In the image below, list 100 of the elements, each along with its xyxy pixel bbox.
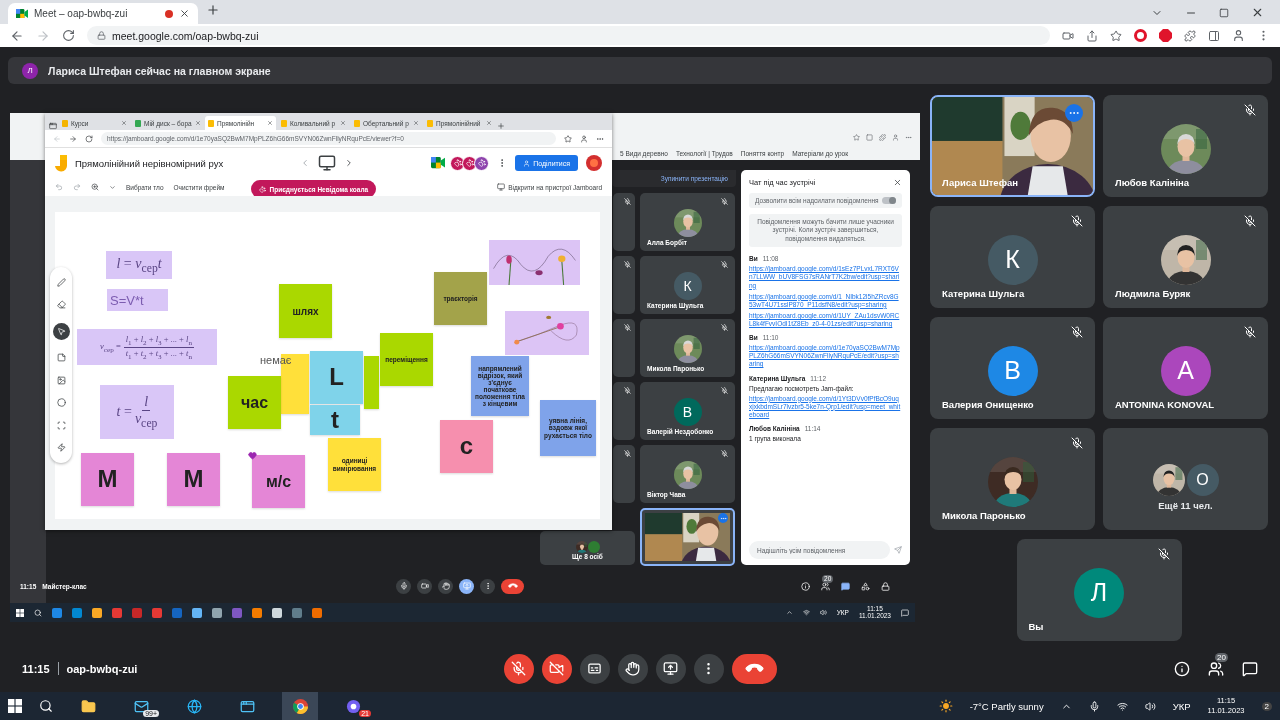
notifications-icon[interactable] bbox=[901, 608, 909, 617]
app-icon[interactable] bbox=[252, 607, 262, 618]
participant-tile[interactable] bbox=[613, 319, 635, 377]
close-icon[interactable] bbox=[893, 178, 902, 187]
info-icon[interactable] bbox=[1174, 660, 1190, 677]
activities-icon[interactable] bbox=[861, 581, 870, 591]
opera-icon[interactable] bbox=[1134, 29, 1147, 42]
pen-icon[interactable] bbox=[56, 277, 66, 287]
image-icon[interactable] bbox=[56, 375, 66, 385]
present-button[interactable] bbox=[459, 578, 475, 594]
close-icon[interactable] bbox=[1251, 6, 1264, 19]
windows-icon[interactable] bbox=[16, 608, 24, 617]
circle-icon[interactable] bbox=[56, 398, 66, 408]
participant-tile[interactable]: A ANTONINA KONOVAL bbox=[1103, 317, 1268, 419]
info-icon[interactable] bbox=[801, 581, 810, 591]
volume-icon[interactable] bbox=[819, 609, 827, 616]
reload-icon[interactable] bbox=[85, 134, 93, 143]
sticky-note[interactable]: с bbox=[440, 420, 493, 473]
app-icon[interactable] bbox=[92, 607, 102, 618]
hang-up-button[interactable] bbox=[501, 578, 524, 594]
participant-tile[interactable]: О Ещё 11 чел. bbox=[1103, 428, 1268, 530]
sticky-note[interactable]: L bbox=[310, 351, 363, 404]
camera-icon[interactable] bbox=[1062, 29, 1074, 42]
people-icon[interactable] bbox=[1208, 660, 1224, 677]
weather-text[interactable]: -7°C Partly sunny bbox=[969, 700, 1044, 712]
sticky-note[interactable]: час bbox=[228, 376, 281, 429]
notifications-badge[interactable]: 2 bbox=[1261, 701, 1272, 711]
search-icon[interactable] bbox=[34, 608, 42, 617]
participant-tile[interactable]: Любов Калініна bbox=[1103, 95, 1268, 197]
sticky-note[interactable]: М bbox=[167, 453, 220, 506]
adblock-icon[interactable] bbox=[1159, 29, 1172, 42]
chevron-up-icon[interactable] bbox=[785, 609, 793, 616]
close-icon[interactable] bbox=[179, 8, 190, 19]
account-avatar-icon[interactable] bbox=[586, 155, 602, 171]
select-tool[interactable] bbox=[52, 322, 70, 340]
participant-tile[interactable]: Людмила Буряк bbox=[1103, 206, 1268, 308]
network-icon[interactable] bbox=[1116, 700, 1128, 712]
more-button[interactable] bbox=[718, 513, 728, 523]
caret-icon[interactable] bbox=[109, 183, 116, 191]
more-button[interactable] bbox=[693, 653, 724, 684]
mic-button[interactable] bbox=[503, 653, 534, 684]
browser-tab[interactable]: Meet – oap-bwbq-zui bbox=[8, 3, 198, 24]
present-button[interactable] bbox=[655, 653, 686, 684]
share-icon[interactable] bbox=[1086, 29, 1098, 42]
participant-tile[interactable] bbox=[613, 256, 635, 314]
raise-hand-button[interactable] bbox=[617, 653, 648, 684]
zoom-icon[interactable] bbox=[91, 183, 99, 191]
sticky-note[interactable]: м/с bbox=[252, 455, 305, 508]
profile-icon[interactable] bbox=[1232, 29, 1245, 42]
tab-actions-icon[interactable] bbox=[49, 122, 57, 130]
address-bar[interactable]: meet.google.com/oap-bwbq-zui bbox=[87, 26, 1050, 45]
star-icon[interactable] bbox=[564, 134, 572, 143]
side-panel-icon[interactable] bbox=[1208, 29, 1220, 42]
new-tab-icon[interactable] bbox=[497, 122, 505, 130]
text-box-icon[interactable] bbox=[56, 420, 66, 430]
reload-icon[interactable] bbox=[62, 29, 75, 42]
taskbar-app[interactable] bbox=[282, 692, 318, 720]
new-tab-icon[interactable] bbox=[206, 3, 220, 17]
mic-icon[interactable] bbox=[1088, 700, 1100, 712]
more-button[interactable] bbox=[480, 578, 496, 594]
maximize-icon[interactable] bbox=[1219, 7, 1229, 18]
participant-tile[interactable] bbox=[613, 193, 635, 251]
participant-tile[interactable] bbox=[613, 445, 635, 503]
participant-tile[interactable]: К Катерина Шульга bbox=[930, 206, 1095, 308]
forward-icon[interactable] bbox=[69, 134, 77, 143]
people-icon[interactable] bbox=[821, 581, 830, 591]
toggle-switch[interactable] bbox=[882, 197, 896, 204]
profile-icon[interactable] bbox=[580, 134, 588, 143]
chat-icon[interactable] bbox=[841, 581, 850, 591]
volume-icon[interactable] bbox=[1144, 700, 1156, 712]
app-icon[interactable] bbox=[192, 607, 202, 618]
captions-button[interactable] bbox=[579, 653, 610, 684]
camera-button[interactable] bbox=[417, 578, 433, 594]
camera-button[interactable] bbox=[541, 653, 572, 684]
participant-tile[interactable]: В Валерия Онищенко bbox=[930, 317, 1095, 419]
hang-up-button[interactable] bbox=[731, 653, 777, 684]
frame-bar-icon[interactable] bbox=[318, 154, 337, 172]
sticky-note-icon[interactable] bbox=[56, 353, 66, 363]
participant-tile[interactable]: Микола Паронько bbox=[930, 428, 1095, 530]
raise-hand-button[interactable] bbox=[438, 578, 454, 594]
laser-icon[interactable] bbox=[56, 443, 66, 453]
profile-icon[interactable] bbox=[892, 134, 899, 141]
search-icon[interactable] bbox=[39, 699, 53, 713]
sticky-note[interactable]: t bbox=[310, 405, 360, 435]
extensions-icon[interactable] bbox=[1184, 29, 1196, 42]
sticky-note[interactable]: М bbox=[81, 453, 134, 506]
app-icon[interactable] bbox=[312, 607, 322, 618]
lock-icon[interactable] bbox=[881, 581, 890, 591]
app-icon[interactable] bbox=[272, 607, 282, 618]
app-icon[interactable] bbox=[212, 607, 222, 618]
eraser-icon[interactable] bbox=[56, 300, 66, 310]
star-icon[interactable] bbox=[853, 134, 860, 141]
star-icon[interactable] bbox=[1110, 29, 1122, 42]
sticky-note[interactable]: шлях bbox=[279, 284, 332, 338]
mic-button[interactable] bbox=[396, 578, 412, 594]
back-icon[interactable] bbox=[10, 28, 24, 43]
participant-tile[interactable]: Л Вы bbox=[1016, 539, 1182, 641]
tab-icon[interactable] bbox=[866, 134, 873, 141]
network-icon[interactable] bbox=[802, 609, 810, 616]
participant-tile[interactable] bbox=[613, 382, 635, 440]
